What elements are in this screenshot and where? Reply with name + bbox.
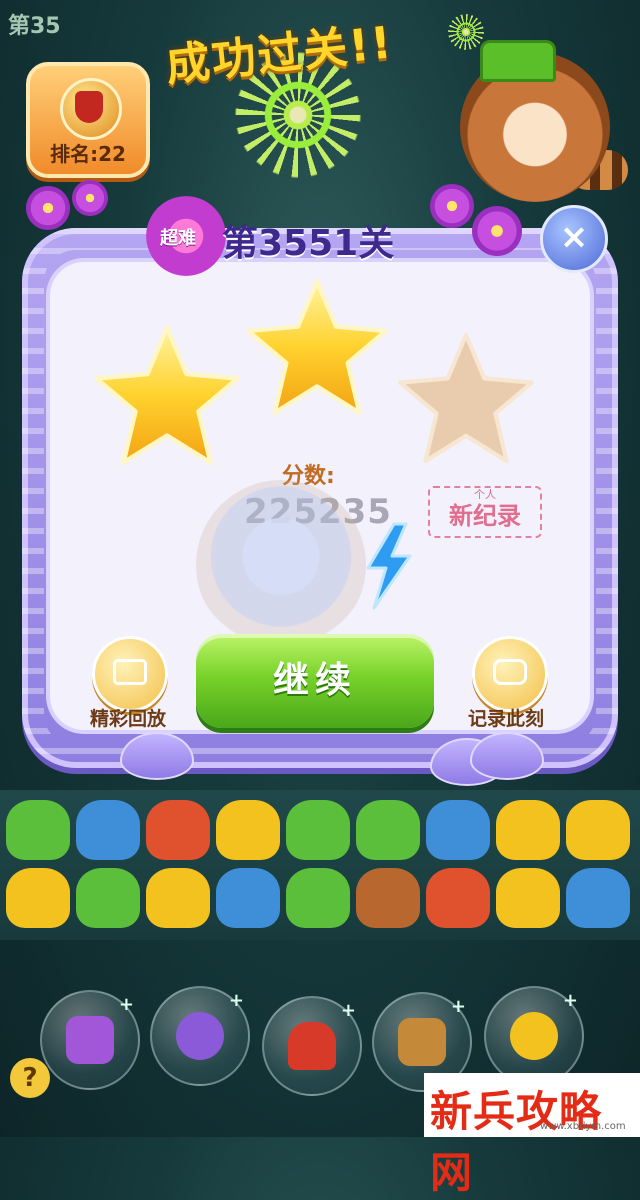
rank-label: 排名:22 — [50, 142, 126, 166]
flower-icon — [472, 206, 522, 256]
close-button[interactable]: × — [540, 205, 608, 273]
watermark-url: www.xbdym.com — [540, 1121, 626, 1132]
game-board — [0, 790, 640, 940]
booster-swap[interactable]: + — [40, 990, 140, 1090]
blue-tile[interactable] — [566, 868, 630, 928]
level-number: 第3551关 — [222, 223, 395, 264]
frog-tile[interactable] — [356, 800, 420, 860]
raccoon-hat — [480, 40, 556, 82]
chick-tile[interactable] — [566, 800, 630, 860]
lightning-bolt-icon — [366, 522, 412, 610]
record-main-label: 新纪录 — [449, 502, 521, 530]
watermark-text: 新兵攻略网 — [430, 1087, 603, 1197]
rocket-icon — [176, 1012, 224, 1060]
new-record-stamp: 个人 新纪录 — [428, 486, 542, 538]
difficulty-label: 超难 — [160, 228, 196, 249]
swap-icon — [66, 1016, 114, 1064]
booster-star-wand[interactable]: + — [484, 986, 584, 1086]
chick-tile[interactable] — [6, 868, 70, 928]
star-3-empty-icon — [398, 332, 534, 464]
frog-tile[interactable] — [6, 800, 70, 860]
frog-tile[interactable] — [76, 868, 140, 928]
blue-tile[interactable] — [426, 800, 490, 860]
booster-rocket[interactable]: + — [150, 986, 250, 1086]
star-2-icon — [246, 279, 388, 415]
chick-tile[interactable] — [496, 868, 560, 928]
frog-tile[interactable] — [286, 868, 350, 928]
help-button[interactable]: ? — [10, 1058, 50, 1098]
booster-bomb[interactable]: + — [262, 996, 362, 1096]
rank-badge[interactable]: 排名:22 — [26, 62, 150, 178]
blue-tile[interactable] — [216, 868, 280, 928]
bubble-effect — [196, 480, 366, 650]
frog-tile[interactable] — [286, 800, 350, 860]
hammer-icon — [398, 1018, 446, 1066]
chick-tile[interactable] — [146, 868, 210, 928]
blue-tile[interactable] — [76, 800, 140, 860]
continue-button[interactable]: 继续 — [196, 634, 434, 728]
clover-emblem-icon — [60, 78, 122, 140]
flower-icon — [26, 186, 70, 230]
star-1-icon — [94, 325, 240, 465]
level-complete-title: 成功过关!! — [163, 17, 396, 92]
replay-label: 精彩回放 — [89, 708, 166, 730]
bear-tile[interactable] — [356, 868, 420, 928]
chick-tile[interactable] — [216, 800, 280, 860]
star-wand-icon — [510, 1012, 558, 1060]
bomb-icon — [288, 1022, 336, 1070]
level-indicator-partial: 第35 — [8, 14, 61, 39]
flower-icon — [72, 180, 108, 216]
flower-icon — [430, 184, 474, 228]
chick-tile[interactable] — [496, 800, 560, 860]
fox-tile[interactable] — [426, 868, 490, 928]
record-sub-label: 个人 — [474, 488, 496, 501]
fox-tile[interactable] — [146, 800, 210, 860]
video-camera-icon — [113, 659, 147, 685]
camera-icon — [493, 659, 527, 685]
record-moment-label: 记录此刻 — [467, 708, 544, 730]
replay-button[interactable] — [92, 636, 168, 712]
snapshot-button[interactable] — [472, 636, 548, 712]
